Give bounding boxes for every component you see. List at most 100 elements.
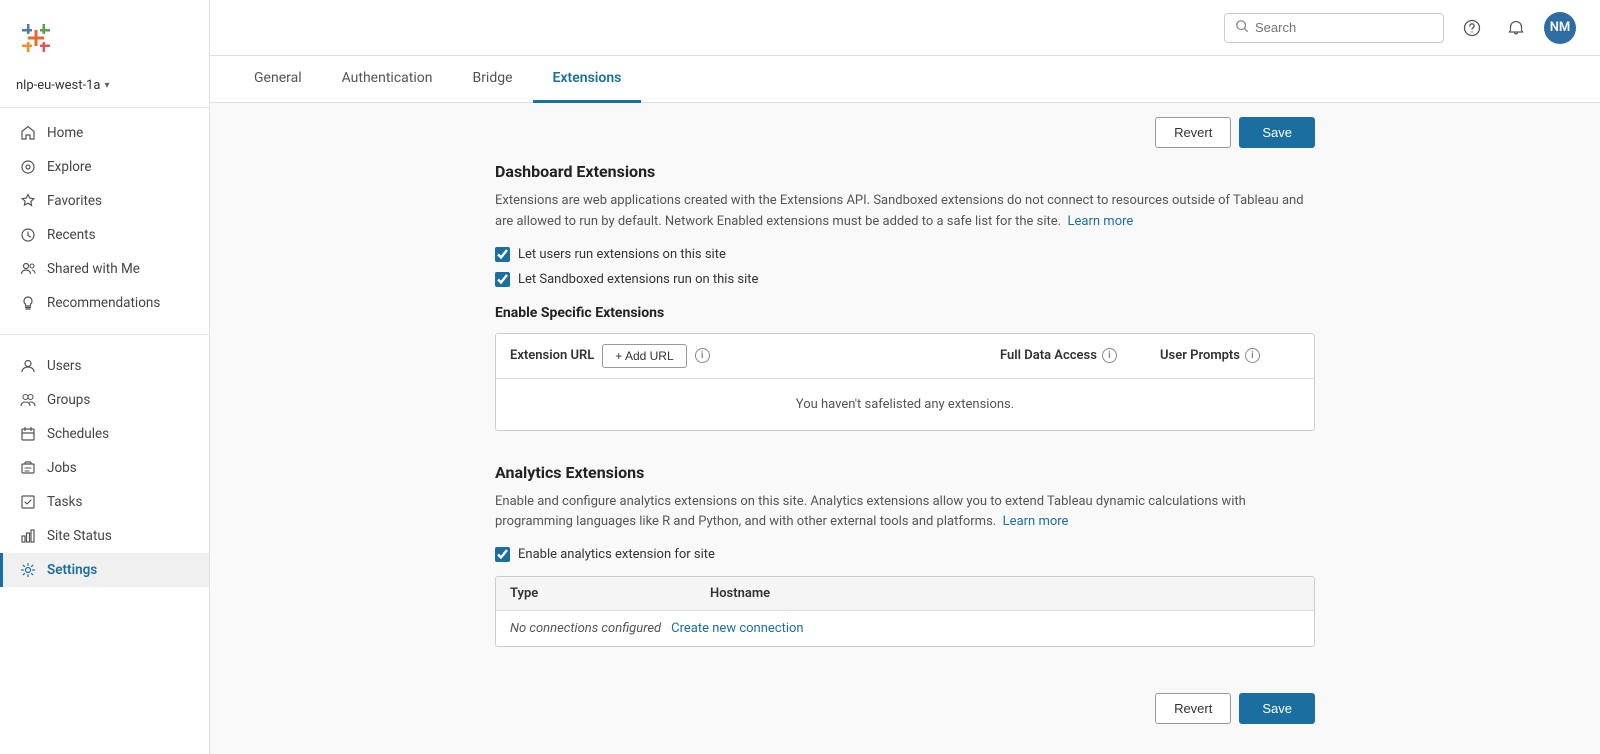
access-info-icon: i xyxy=(1102,348,1117,363)
extensions-table-empty: You haven't safelisted any extensions. xyxy=(496,379,1314,430)
tableau-logo-icon xyxy=(16,18,56,58)
analytics-table-empty: No connections configured Create new con… xyxy=(496,611,1314,646)
enable-analytics-label: Enable analytics extension for site xyxy=(518,547,715,562)
admin-nav: Users Groups Schedules Jobs Tasks xyxy=(0,341,209,595)
analytics-hostname-col: Hostname xyxy=(710,586,1300,601)
sidebar-item-recommendations-label: Recommendations xyxy=(47,295,160,311)
prompts-info-icon: i xyxy=(1245,348,1260,363)
search-box[interactable] xyxy=(1224,13,1444,43)
sidebar-item-recents[interactable]: Recents xyxy=(0,218,209,252)
calendar-icon xyxy=(19,425,37,443)
tab-extensions[interactable]: Extensions xyxy=(533,56,642,103)
avatar[interactable]: NM xyxy=(1544,12,1576,44)
sidebar-item-favorites-label: Favorites xyxy=(47,193,102,209)
extensions-table: Extension URL + Add URL i Full Data Acce… xyxy=(495,333,1315,431)
enable-specific-title: Enable Specific Extensions xyxy=(495,305,1315,321)
analytics-type-col: Type xyxy=(510,586,710,601)
analytics-extensions-title: Analytics Extensions xyxy=(495,463,1315,482)
main-nav: Home Explore Favorites Recents Shared wi… xyxy=(0,108,209,328)
sidebar-item-home[interactable]: Home xyxy=(0,116,209,150)
user-icon xyxy=(19,357,37,375)
sidebar-item-favorites[interactable]: Favorites xyxy=(0,184,209,218)
dashboard-extensions-section: Dashboard Extensions Extensions are web … xyxy=(495,162,1315,431)
top-toolbar: Revert Save xyxy=(495,103,1315,162)
tab-general[interactable]: General xyxy=(234,56,322,103)
ext-url-col-label: Extension URL xyxy=(510,348,594,363)
groups-icon xyxy=(19,391,37,409)
sidebar-item-tasks-label: Tasks xyxy=(47,494,82,510)
revert-button-top[interactable]: Revert xyxy=(1155,117,1231,148)
chevron-down-icon: ▾ xyxy=(105,80,194,91)
dashboard-extensions-title: Dashboard Extensions xyxy=(495,162,1315,181)
ext-access-column: Full Data Access i xyxy=(1000,348,1150,363)
sandboxed-extensions-checkbox[interactable] xyxy=(495,272,510,287)
sidebar-item-schedules[interactable]: Schedules xyxy=(0,417,209,451)
sidebar-item-users-label: Users xyxy=(47,358,81,374)
analytics-learn-more-link[interactable]: Learn more xyxy=(1003,514,1069,529)
logo xyxy=(0,0,209,72)
search-icon xyxy=(1235,19,1249,37)
dashboard-learn-more-link[interactable]: Learn more xyxy=(1068,214,1134,229)
tabs-bar: General Authentication Bridge Extensions xyxy=(210,56,1600,103)
dashboard-extensions-desc: Extensions are web applications created … xyxy=(495,191,1315,233)
clock-icon xyxy=(19,226,37,244)
notifications-icon[interactable] xyxy=(1500,12,1532,44)
extensions-table-header: Extension URL + Add URL i Full Data Acce… xyxy=(496,334,1314,379)
site-selector[interactable]: nlp-eu-west-1a ▾ xyxy=(0,72,209,108)
checkbox-run-extensions: Let users run extensions on this site xyxy=(495,247,1315,262)
sidebar-item-site-status-label: Site Status xyxy=(47,528,112,544)
search-input[interactable] xyxy=(1255,20,1433,35)
sidebar-item-schedules-label: Schedules xyxy=(47,426,109,442)
home-icon xyxy=(19,124,37,142)
analytics-no-connections: No connections configured xyxy=(510,621,661,636)
sidebar-item-site-status[interactable]: Site Status xyxy=(0,519,209,553)
sidebar-item-home-label: Home xyxy=(47,125,83,141)
checkbox-enable-analytics: Enable analytics extension for site xyxy=(495,547,1315,562)
tab-authentication[interactable]: Authentication xyxy=(322,56,453,103)
enable-analytics-checkbox[interactable] xyxy=(495,547,510,562)
lightbulb-icon xyxy=(19,294,37,312)
sidebar-item-jobs[interactable]: Jobs xyxy=(0,451,209,485)
gear-icon xyxy=(19,561,37,579)
tasks-icon xyxy=(19,493,37,511)
sandboxed-extensions-label: Let Sandboxed extensions run on this sit… xyxy=(518,272,758,287)
analytics-extensions-desc: Enable and configure analytics extension… xyxy=(495,492,1315,534)
sidebar-item-jobs-label: Jobs xyxy=(47,460,77,476)
analytics-table-header: Type Hostname xyxy=(496,577,1314,611)
status-icon xyxy=(19,527,37,545)
create-new-connection-link[interactable]: Create new connection xyxy=(671,621,803,636)
revert-button-bottom[interactable]: Revert xyxy=(1155,693,1231,724)
sidebar-item-users[interactable]: Users xyxy=(0,349,209,383)
sidebar-item-tasks[interactable]: Tasks xyxy=(0,485,209,519)
sidebar-item-explore[interactable]: Explore xyxy=(0,150,209,184)
run-extensions-checkbox[interactable] xyxy=(495,247,510,262)
analytics-table: Type Hostname No connections configured … xyxy=(495,576,1315,647)
ext-url-column: Extension URL + Add URL i xyxy=(510,344,990,368)
sidebar-item-settings[interactable]: Settings xyxy=(0,553,209,587)
topbar: NM xyxy=(210,0,1600,56)
sidebar-item-explore-label: Explore xyxy=(47,159,92,175)
ext-access-col-label: Full Data Access xyxy=(1000,348,1097,363)
sidebar-item-shared-label: Shared with Me xyxy=(47,261,140,277)
add-url-button[interactable]: + Add URL xyxy=(602,344,686,368)
nav-divider xyxy=(0,334,209,335)
bottom-toolbar: Revert Save xyxy=(495,679,1315,738)
save-button-bottom[interactable]: Save xyxy=(1239,693,1315,724)
explore-icon xyxy=(19,158,37,176)
sidebar-item-recommendations[interactable]: Recommendations xyxy=(0,286,209,320)
sidebar-item-settings-label: Settings xyxy=(47,562,97,578)
tab-bridge[interactable]: Bridge xyxy=(452,56,532,103)
jobs-icon xyxy=(19,459,37,477)
sidebar-item-shared[interactable]: Shared with Me xyxy=(0,252,209,286)
save-button-top[interactable]: Save xyxy=(1239,117,1315,148)
sidebar-item-groups[interactable]: Groups xyxy=(0,383,209,417)
checkbox-sandboxed-extensions: Let Sandboxed extensions run on this sit… xyxy=(495,272,1315,287)
content-area: Revert Save Dashboard Extensions Extensi… xyxy=(210,103,1600,754)
help-icon[interactable] xyxy=(1456,12,1488,44)
analytics-extensions-section: Analytics Extensions Enable and configur… xyxy=(495,463,1315,648)
sidebar-item-recents-label: Recents xyxy=(47,227,96,243)
sidebar-item-groups-label: Groups xyxy=(47,392,90,408)
star-icon xyxy=(19,192,37,210)
main-panel: NM General Authentication Bridge Extensi… xyxy=(210,0,1600,754)
shared-icon xyxy=(19,260,37,278)
